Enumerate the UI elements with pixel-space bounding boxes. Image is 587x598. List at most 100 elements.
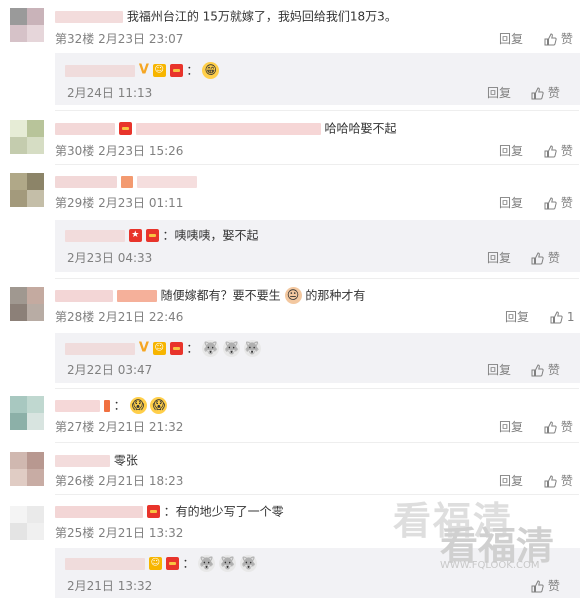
like-label: 赞 (560, 196, 573, 210)
like-button[interactable]: 赞 (531, 362, 560, 378)
scream-emoji-icon: 😱 (129, 397, 147, 414)
like-button[interactable]: 1 (550, 309, 574, 325)
comment-time: 2月21日 22:46 (98, 310, 184, 324)
level-badge-icon: ☺ (152, 64, 166, 77)
reply-button[interactable]: 回复 (487, 250, 511, 266)
username-blurred[interactable] (65, 229, 125, 242)
comment-text: ：有的地少写了一个零 (163, 504, 284, 519)
reply-button[interactable]: 回复 (499, 419, 523, 435)
red-envelope-icon (169, 342, 183, 355)
floor-number: 第26楼 (55, 474, 95, 488)
username-blurred[interactable] (65, 64, 135, 77)
comment-time: 2月23日 15:26 (98, 144, 184, 158)
floor-number: 第25楼 (55, 526, 95, 540)
divider (55, 278, 579, 279)
like-button[interactable]: 赞 (544, 195, 573, 211)
mention-blurred[interactable] (135, 122, 321, 135)
reply-button[interactable]: 回复 (487, 362, 511, 378)
floor-number: 第27楼 (55, 420, 95, 434)
username-blurred[interactable] (65, 557, 145, 570)
comment-text: 零张 (113, 453, 138, 468)
username-blurred (116, 289, 157, 302)
thumb-up-icon (550, 311, 563, 324)
like-count: 1 (566, 310, 575, 324)
reply-colon: ： (182, 556, 195, 571)
like-button[interactable]: 赞 (544, 419, 573, 435)
like-button[interactable]: 赞 (544, 143, 573, 159)
comment-text: ： (113, 398, 126, 413)
username-blurred[interactable] (55, 399, 100, 412)
thumb-up-icon (544, 145, 557, 158)
husky-emoji-icon: 🐺 (198, 555, 216, 572)
username-blurred[interactable] (55, 505, 143, 518)
reply-item: V ☺ ： 🐺 🐺 🐺 2月22日 03:47 回复 赞 (55, 333, 580, 383)
comment-time: 2月23日 23:07 (98, 32, 184, 46)
reply-button[interactable]: 回复 (499, 195, 523, 211)
comment-time: 2月23日 01:11 (98, 196, 184, 210)
username-blurred[interactable] (55, 289, 113, 302)
avatar[interactable] (10, 506, 44, 540)
floor-number: 第30楼 (55, 144, 95, 158)
level-badge-icon: ☺ (152, 342, 166, 355)
watermark-url: WWW.FQLOOK.COM (440, 560, 540, 571)
red-envelope-icon (165, 557, 179, 570)
comment-time: 2月21日 13:32 (98, 526, 184, 540)
crown-badge-icon: ★ (128, 229, 142, 242)
reply-time: 2月22日 03:47 (67, 363, 153, 377)
verified-v-icon: V (138, 340, 149, 356)
like-label: 赞 (547, 363, 560, 377)
reply-colon: ： (186, 63, 199, 78)
divider (55, 388, 579, 389)
username-blurred[interactable] (55, 10, 123, 23)
thumb-up-icon (531, 364, 544, 377)
reply-item: ★ ：咦咦咦，娶不起 2月23日 04:33 回复 赞 (55, 220, 580, 272)
avatar[interactable] (10, 173, 44, 207)
reply-button[interactable]: 回复 (499, 31, 523, 47)
grin-emoji-icon: 😁 (202, 62, 220, 79)
husky-emoji-icon: 🐺 (219, 555, 237, 572)
username-blurred[interactable] (55, 454, 110, 467)
thumb-up-icon (531, 252, 544, 265)
username-blurred[interactable] (65, 342, 135, 355)
reply-button[interactable]: 回复 (505, 309, 529, 325)
avatar[interactable] (10, 8, 44, 42)
thumb-up-icon (531, 87, 544, 100)
username-blurred[interactable] (55, 175, 117, 188)
comment-text: 的那种才有 (305, 288, 366, 303)
verified-v-icon: V (138, 62, 149, 78)
red-envelope-icon (146, 505, 160, 518)
avatar[interactable] (10, 287, 44, 321)
username-blurred (103, 399, 110, 412)
thumb-up-icon (544, 421, 557, 434)
avatar[interactable] (10, 120, 44, 154)
comment-time: 2月21日 21:32 (98, 420, 184, 434)
like-button[interactable]: 赞 (531, 85, 560, 101)
like-label: 赞 (560, 144, 573, 158)
like-button[interactable]: 赞 (544, 31, 573, 47)
thumb-up-icon (544, 33, 557, 46)
avatar[interactable] (10, 396, 44, 430)
like-button[interactable]: 赞 (531, 578, 560, 594)
divider (55, 110, 579, 111)
like-button[interactable]: 赞 (531, 250, 560, 266)
reply-time: 2月23日 04:33 (67, 251, 153, 265)
reply-button[interactable]: 回复 (487, 85, 511, 101)
red-envelope-icon (118, 122, 132, 135)
like-label: 赞 (547, 251, 560, 265)
comment-text: 哈哈哈娶不起 (324, 121, 397, 136)
divider (55, 164, 579, 165)
reply-button[interactable]: 回复 (499, 473, 523, 489)
username-blurred[interactable] (55, 122, 115, 135)
comment-text: 随便嫁都有？要不要生 (160, 288, 281, 303)
avatar[interactable] (10, 452, 44, 486)
reply-text: ：咦咦咦，娶不起 (162, 228, 259, 243)
floor-number: 第29楼 (55, 196, 95, 210)
like-label: 赞 (560, 32, 573, 46)
scream-emoji-icon: 😱 (150, 397, 168, 414)
floor-number: 第32楼 (55, 32, 95, 46)
divider (55, 442, 579, 443)
reply-button[interactable]: 回复 (499, 143, 523, 159)
thumb-up-icon (531, 580, 544, 593)
thumb-up-icon (544, 475, 557, 488)
like-button[interactable]: 赞 (544, 473, 573, 489)
